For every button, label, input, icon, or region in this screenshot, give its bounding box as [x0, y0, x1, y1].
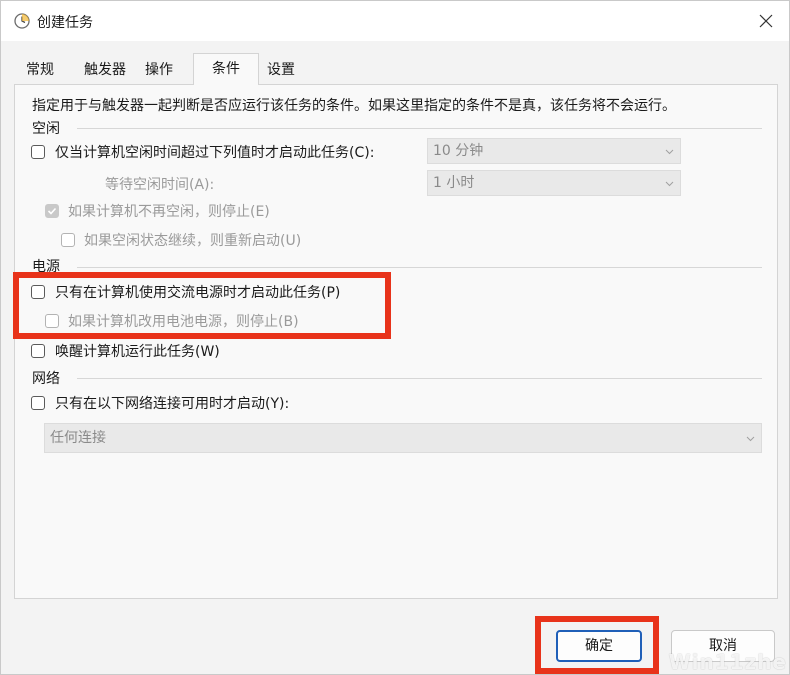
network-connection-value: 任何连接 [50, 430, 106, 446]
create-task-dialog: 创建任务 常规 触发器 操作 条件 设置 指定用于与触发器一起判断是否应运行该任… [0, 0, 790, 675]
close-button[interactable] [743, 1, 789, 41]
restart-if-idle-resumes-checkbox[interactable] [61, 233, 75, 247]
window-title: 创建任务 [37, 15, 93, 31]
conditions-description: 指定用于与触发器一起判断是否应运行该任务的条件。如果这里指定的条件不是真，该任务… [32, 98, 676, 114]
network-connection-select[interactable]: 任何连接 [44, 423, 762, 453]
restart-if-idle-resumes-label: 如果空闲状态继续，则重新启动(U) [84, 233, 302, 249]
tab-triggers[interactable]: 触发器 [77, 55, 133, 85]
watermark: Win11zhe [668, 650, 787, 674]
wait-idle-select[interactable]: 1 小时 [427, 170, 681, 196]
power-separator [77, 267, 762, 268]
stop-on-battery-checkbox[interactable] [45, 314, 59, 328]
task-scheduler-icon [14, 13, 30, 29]
wait-idle-value: 1 小时 [433, 175, 475, 191]
chevron-down-icon [665, 149, 674, 155]
stop-if-not-idle-label: 如果计算机不再空闲，则停止(E) [68, 204, 270, 220]
tab-settings[interactable]: 设置 [261, 55, 301, 85]
idle-duration-value: 10 分钟 [433, 143, 484, 159]
network-separator [77, 378, 762, 379]
network-section-label: 网络 [32, 371, 60, 387]
start-if-idle-label: 仅当计算机空闲时间超过下列值时才启动此任务(C): [55, 145, 375, 161]
title-bar: 创建任务 [1, 1, 789, 41]
tab-general[interactable]: 常规 [15, 55, 65, 85]
wake-to-run-checkbox[interactable] [31, 344, 45, 358]
tab-conditions[interactable]: 条件 [193, 53, 259, 85]
start-if-idle-checkbox[interactable] [31, 145, 45, 159]
ac-power-only-checkbox[interactable] [31, 285, 45, 299]
chevron-down-icon [746, 436, 755, 442]
idle-separator [77, 128, 762, 129]
network-only-label: 只有在以下网络连接可用时才启动(Y): [55, 396, 290, 412]
wake-to-run-label: 唤醒计算机运行此任务(W) [55, 344, 220, 360]
network-only-checkbox[interactable] [31, 396, 45, 410]
stop-if-not-idle-checkbox[interactable] [45, 204, 59, 218]
ac-power-only-label: 只有在计算机使用交流电源时才启动此任务(P) [55, 285, 341, 301]
idle-section-label: 空闲 [32, 121, 60, 137]
ok-button[interactable]: 确定 [556, 630, 642, 662]
stop-on-battery-label: 如果计算机改用电池电源，则停止(B) [68, 314, 299, 330]
tab-actions[interactable]: 操作 [139, 55, 179, 85]
chevron-down-icon [665, 181, 674, 187]
power-section-label: 电源 [32, 259, 60, 275]
close-icon [759, 14, 773, 28]
wait-idle-label: 等待空闲时间(A): [105, 177, 215, 193]
checkmark-icon [47, 207, 57, 215]
idle-duration-select[interactable]: 10 分钟 [427, 138, 681, 164]
